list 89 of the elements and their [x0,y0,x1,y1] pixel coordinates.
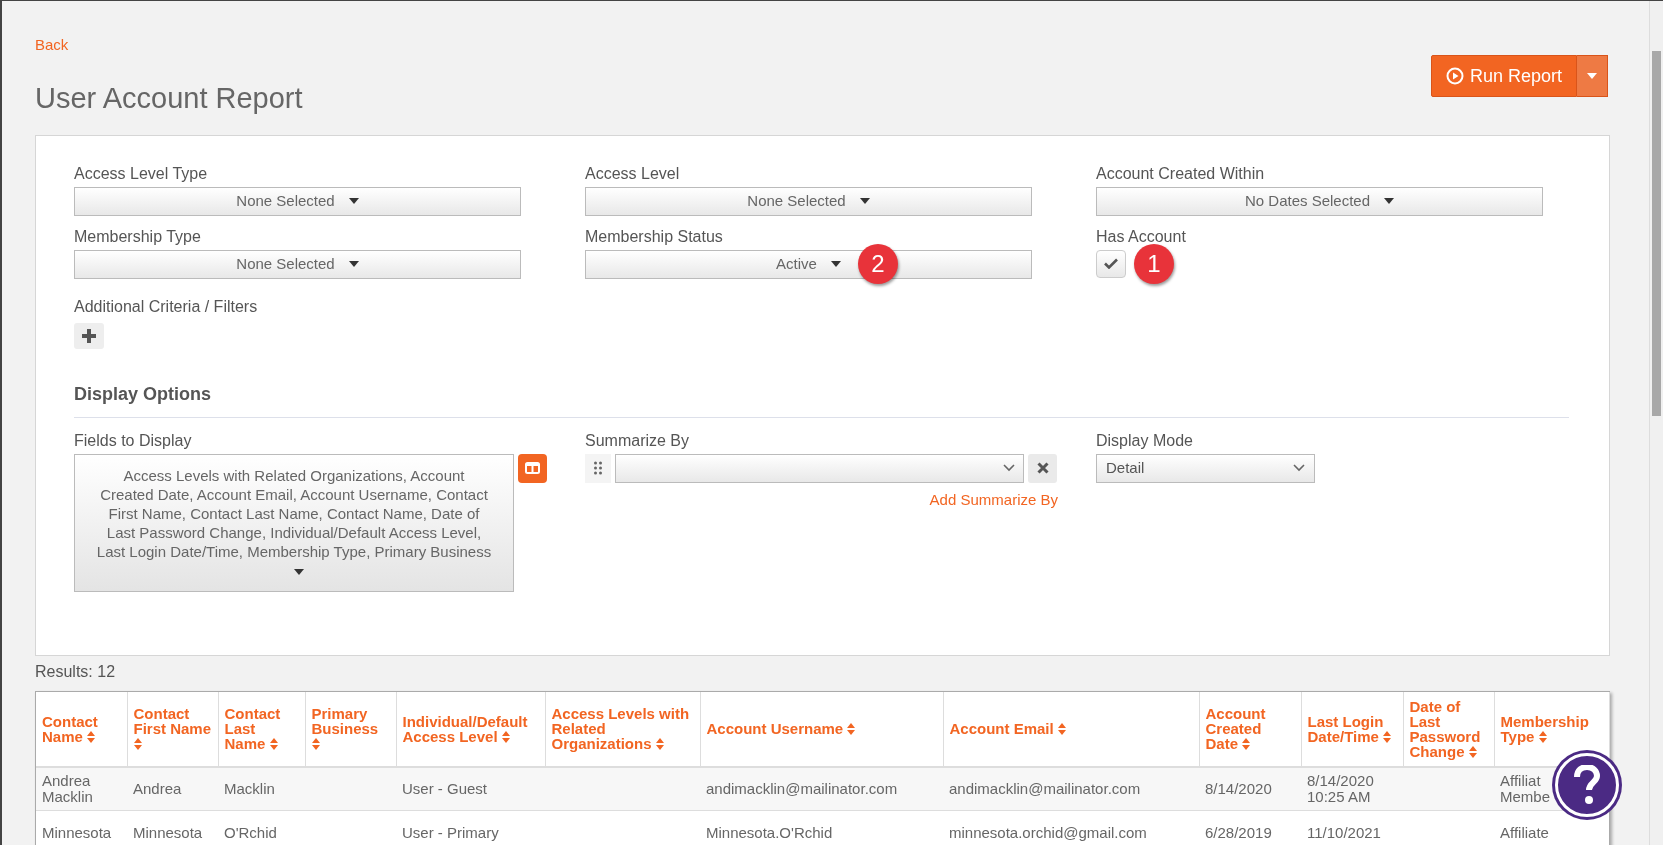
table-cell: 8/14/2020 10:25 AM [1307,771,1374,805]
table-cell: User - Primary [402,823,499,841]
field-label: Account Created Within [1096,163,1266,184]
plus-icon [82,328,96,343]
column-header[interactable]: Membership Type [1500,713,1603,744]
play-circle-icon [1445,67,1464,85]
help-button[interactable] [1555,753,1619,817]
column-header[interactable]: Last Login Date/Time [1307,713,1397,744]
section-heading: Display Options [74,382,1569,418]
dropdown-button[interactable]: None Selected [585,186,1032,216]
sort-icon [1242,738,1251,750]
table-cell-text: Affiliat Membe [1500,772,1552,805]
sort-icon [87,730,96,743]
table-cell: Andrea Macklin [42,771,93,805]
drag-handle-icon[interactable] [585,453,611,483]
column-header[interactable]: Individual/Default Access Level [402,713,539,744]
dropdown-button[interactable]: None Selected [74,186,521,216]
field-label: Summarize By [585,430,691,451]
sort-icon [269,738,278,750]
table-cell: Macklin [224,779,275,797]
columns-icon [525,462,540,474]
field-label: Membership Type [74,226,202,247]
fields-dropdown[interactable]: Access Levels with Related Organizations, Account Created Date, Account Email, Account Username, Contact First Name, Contact Last Name, Contact Name, Date of Last Password Change, Individual/Default Access Level, Last Login Date/Time, Membership Type, Primary Business [74,453,514,592]
table-cell: O'Rchid [224,823,277,841]
sort-icon [1468,745,1477,758]
close-icon [1036,462,1049,474]
table-cell: andimacklin@mailinator.com [706,779,898,797]
table-cell: Minnesota [42,823,112,841]
sort-icon [311,738,320,750]
checkbox[interactable] [1096,249,1126,278]
column-header[interactable]: Account Created Date [1205,706,1295,751]
caret-icon [1587,73,1597,79]
table-cell: andimacklin@mailinator.com [949,779,1141,797]
question-mark-icon [1574,765,1600,805]
column-header[interactable]: Date of Last Password Change [1409,698,1488,759]
back-link[interactable]: Back [35,36,69,53]
field-label: Fields to Display [74,430,193,451]
page-title: User Account Report [35,81,303,116]
add-summarize-link[interactable]: Add Summarize By [929,488,1058,511]
column-header[interactable]: Contact Last Name [224,706,299,751]
field-label: Membership Status [585,226,724,247]
callout-badge: 2 [858,243,898,284]
sort-icon [655,738,664,750]
caret-icon [859,198,870,204]
field-label: Access Level Type [74,163,209,184]
table-cell: 11/10/2021 [1307,823,1381,841]
table-cell-text: Affiliate [1500,824,1550,841]
callout-badge: 1 [1134,243,1174,284]
scrollbar-thumb[interactable] [1652,51,1661,416]
display-mode-select[interactable]: Detail [1096,453,1315,483]
table-cell: 8/14/2020 [1205,779,1272,797]
column-header[interactable]: Contact First Name [133,706,212,751]
caret-dropdown-button[interactable] [1577,55,1608,97]
field-label: Additional Criteria / Filters [74,296,259,317]
chevron-down-icon [1293,464,1305,472]
column-header[interactable]: Account Email [949,721,1193,736]
sort-icon [501,730,510,743]
caret-icon [1384,198,1395,204]
results-count: Results: 12 [35,661,117,682]
sort-icon [1538,730,1547,743]
column-header[interactable]: Primary Business [311,706,390,751]
clear-button[interactable] [1028,453,1057,483]
chevron-down-icon [1003,464,1015,472]
check-icon [1104,258,1118,269]
add-button[interactable] [74,322,104,349]
field-label: Display Mode [1096,430,1194,451]
run-report-button[interactable]: Run Report [1430,55,1577,97]
sort-icon [1057,723,1066,735]
table-cell: minnesota.orchid@gmail.com [949,823,1147,841]
table-cell: Andrea [133,779,182,797]
sort-icon [1383,730,1392,743]
columns-button[interactable] [518,453,547,483]
caret-icon [348,198,359,204]
sort-icon [847,723,856,735]
dropdown-button[interactable]: No Dates Selected [1096,186,1543,216]
table-cell: Minnesota.O'Rchid [706,823,833,841]
column-header[interactable]: Contact Name [42,713,121,744]
field-label: Access Level [585,163,681,184]
table-cell: 6/28/2019 [1205,823,1272,841]
caret-icon [348,261,359,267]
sort-icon [133,738,142,750]
column-header[interactable]: Access Levels with Related Organizations [551,706,694,751]
caret-icon [294,568,304,575]
table-cell: User - Guest [402,779,488,797]
table-cell: Minnesota [133,823,203,841]
column-header[interactable]: Account Username [706,721,937,736]
dropdown-button[interactable]: None Selected [74,249,521,279]
caret-icon [830,261,841,267]
scrollbar[interactable] [1649,1,1663,845]
